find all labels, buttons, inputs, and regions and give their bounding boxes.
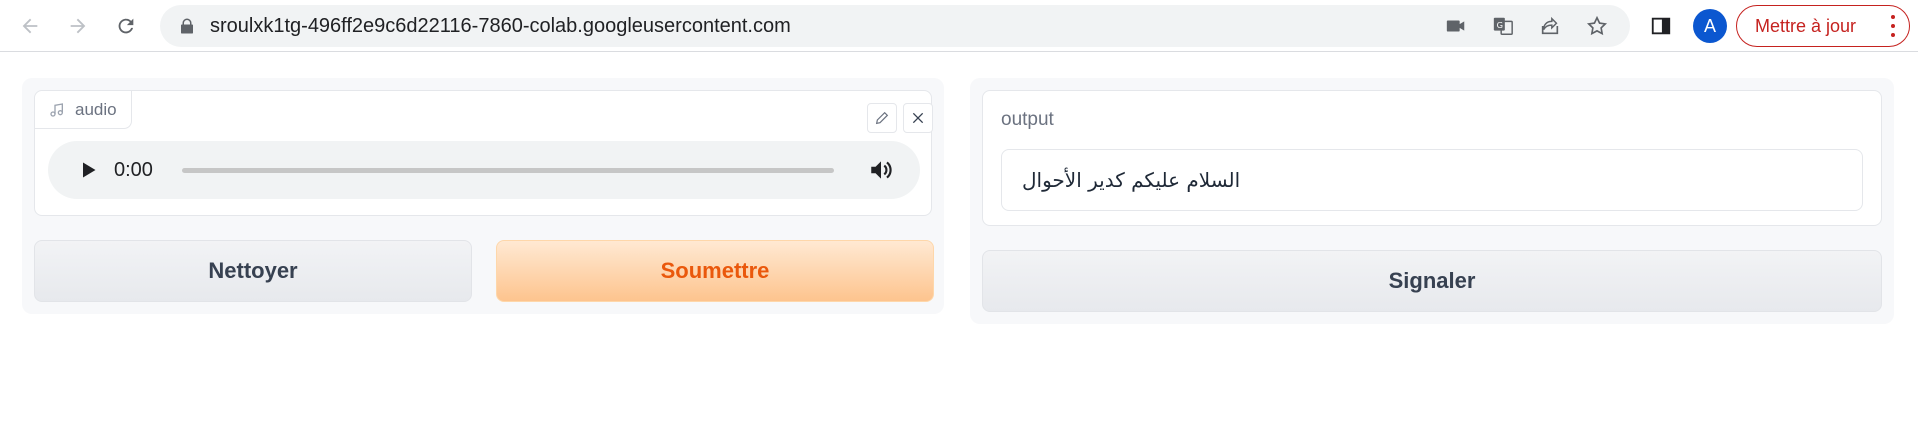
forward-icon [70,18,86,34]
output-block: output السلام عليكم كدير الأحوال [982,90,1882,226]
audio-input-block: audio 0:00 [34,90,933,216]
svg-text:G: G [1497,20,1503,30]
back-button[interactable] [13,9,47,43]
audio-label-text: audio [75,100,117,119]
edit-audio-button[interactable] [867,103,897,133]
music-note-icon [50,103,63,117]
url-text[interactable]: sroulxk1tg-496ff2e9c6d22116-7860-colab.g… [210,5,791,47]
close-icon [912,112,924,124]
update-button[interactable]: Mettre à jour [1736,5,1910,47]
reload-button[interactable] [109,9,143,43]
submit-button[interactable]: Soumettre [496,240,934,302]
output-panel: output السلام عليكم كدير الأحوال Signale… [970,78,1894,324]
translate-icon[interactable]: G [1490,13,1516,39]
forward-button[interactable] [61,9,95,43]
volume-icon[interactable] [868,157,894,183]
pencil-icon [875,111,889,125]
audio-label-tab: audio [35,91,132,129]
more-icon [1891,15,1895,37]
share-icon[interactable] [1537,13,1563,39]
clear-audio-button[interactable] [903,103,933,133]
flag-button[interactable]: Signaler [982,250,1882,312]
star-icon[interactable] [1584,13,1610,39]
audio-time: 0:00 [114,159,153,181]
audio-progress-track[interactable] [182,168,834,173]
side-panel-button[interactable] [1644,9,1678,43]
output-textbox[interactable]: السلام عليكم كدير الأحوال [1001,149,1863,211]
profile-avatar[interactable]: A [1693,9,1727,43]
update-button-label: Mettre à jour [1755,16,1857,36]
back-icon [22,18,38,34]
camera-icon[interactable] [1443,13,1469,39]
side-panel-icon [1651,17,1671,35]
output-label: output [1001,109,1054,130]
lock-icon [181,18,193,34]
input-panel: audio 0:00 Nettoyer Soumettre [22,78,944,314]
address-bar[interactable]: sroulxk1tg-496ff2e9c6d22116-7860-colab.g… [160,5,1630,47]
clear-button[interactable]: Nettoyer [34,240,472,302]
audio-player: 0:00 [48,141,920,199]
browser-toolbar: sroulxk1tg-496ff2e9c6d22116-7860-colab.g… [0,0,1918,52]
play-icon[interactable] [78,160,98,180]
reload-icon [118,18,134,34]
